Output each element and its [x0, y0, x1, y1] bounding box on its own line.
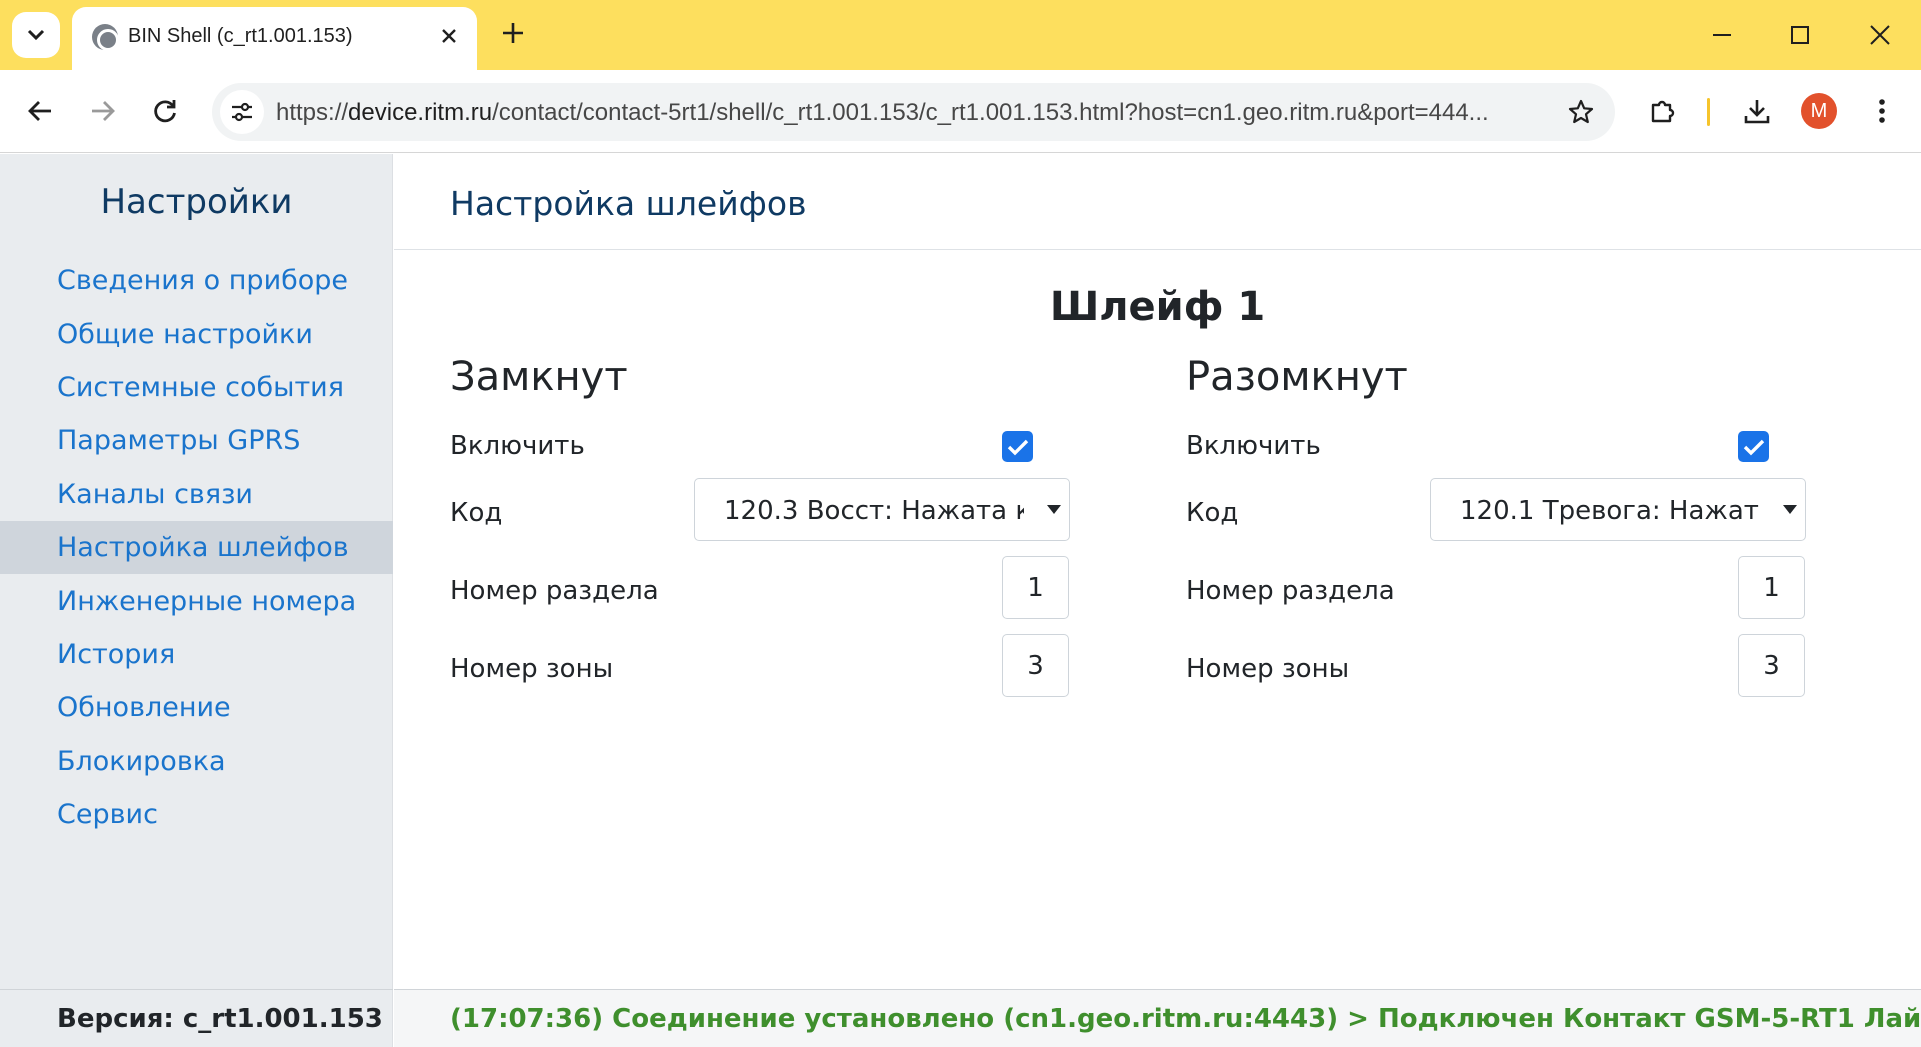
- version-label: Версия: c_rt1.001.153: [0, 989, 393, 1047]
- forward-button[interactable]: [80, 88, 126, 134]
- close-icon: [1870, 25, 1890, 45]
- chevron-down-icon: [27, 29, 45, 41]
- loop-title: Шлейф 1: [1049, 284, 1266, 330]
- sidebar-item-device-info[interactable]: Сведения о приборе: [0, 254, 393, 307]
- open-title: Разомкнут: [1186, 354, 1408, 400]
- url-host: device.ritm.ru: [348, 99, 493, 126]
- url-text[interactable]: https://device.ritm.ru/contact/contact-5…: [276, 99, 1521, 127]
- open-section-label: Номер раздела: [1186, 576, 1395, 606]
- sidebar-item-history[interactable]: История: [0, 628, 393, 681]
- sidebar-item-gprs-params[interactable]: Параметры GPRS: [0, 414, 393, 467]
- star-icon: [1568, 99, 1594, 124]
- closed-state-panel: Замкнут Включить Код 120.3 Восст: Нажата…: [394, 354, 1070, 754]
- closed-enable-label: Включить: [450, 431, 585, 461]
- open-zone-input[interactable]: 3: [1738, 634, 1805, 697]
- close-icon: [442, 29, 456, 43]
- closed-zone-input[interactable]: 3: [1002, 634, 1069, 697]
- maximize-icon: [1791, 26, 1809, 44]
- closed-section-input[interactable]: 1: [1002, 556, 1069, 619]
- globe-icon: [92, 24, 119, 51]
- downloads-button[interactable]: [1734, 88, 1780, 134]
- open-code-label: Код: [1186, 498, 1239, 528]
- sidebar-title: Настройки: [100, 182, 293, 222]
- minimize-icon: [1713, 34, 1731, 36]
- close-tab-button[interactable]: [432, 19, 466, 53]
- open-code-select[interactable]: 120.1 Тревога: Нажата кнопка: [1430, 478, 1806, 541]
- main-content: Настройка шлейфов Шлейф 1 Замкнут Включи…: [394, 154, 1921, 1047]
- dropdown-arrow-icon: [1047, 505, 1061, 514]
- site-info-button[interactable]: [220, 90, 264, 134]
- open-section-input[interactable]: 1: [1738, 556, 1805, 619]
- bookmark-button[interactable]: [1561, 92, 1601, 132]
- closed-title: Замкнут: [450, 354, 628, 400]
- settings-sidebar: Настройки Сведения о приборе Общие настр…: [0, 154, 393, 1047]
- tune-icon: [232, 102, 252, 122]
- profile-avatar[interactable]: M: [1801, 93, 1837, 129]
- puzzle-icon: [1651, 100, 1675, 123]
- more-vertical-icon: [1879, 99, 1885, 123]
- sidebar-item-update[interactable]: Обновление: [0, 681, 393, 734]
- tab-title: BIN Shell (c_rt1.001.153): [128, 25, 353, 47]
- closed-code-label: Код: [450, 498, 503, 528]
- page-title: Настройка шлейфов: [450, 184, 807, 223]
- plus-icon: [503, 23, 523, 43]
- sidebar-item-system-events[interactable]: Системные события: [0, 361, 393, 414]
- sidebar-item-channels[interactable]: Каналы связи: [0, 468, 393, 521]
- toolbar-divider: [1707, 98, 1710, 126]
- reload-icon: [154, 100, 176, 123]
- browser-menu-button[interactable]: [1859, 88, 1905, 134]
- dropdown-arrow-icon: [1783, 505, 1797, 514]
- open-code-value: 120.1 Тревога: Нажата кнопка: [1460, 496, 1760, 526]
- open-enable-checkbox[interactable]: [1738, 431, 1769, 462]
- closed-code-value: 120.3 Восст: Нажата кнопка: [724, 496, 1024, 526]
- open-state-panel: Разомкнут Включить Код 120.1 Тревога: На…: [1130, 354, 1806, 754]
- arrow-left-icon: [28, 101, 51, 121]
- browser-toolbar: https://device.ritm.ru/contact/contact-5…: [0, 70, 1921, 153]
- extensions-button[interactable]: [1640, 88, 1686, 134]
- connection-status: (17:07:36) Соединение установлено (cn1.g…: [394, 989, 1921, 1047]
- sidebar-item-lock[interactable]: Блокировка: [0, 735, 393, 788]
- checkmark-icon: [1007, 439, 1028, 455]
- tab-search-button[interactable]: [12, 12, 60, 58]
- open-zone-label: Номер зоны: [1186, 654, 1350, 684]
- download-icon: [1744, 100, 1770, 124]
- sidebar-item-engineer-numbers[interactable]: Инженерные номера: [0, 574, 393, 627]
- close-window-button[interactable]: [1855, 10, 1905, 60]
- sidebar-item-loops-settings[interactable]: Настройка шлейфов: [0, 520, 393, 575]
- browser-tab[interactable]: BIN Shell (c_rt1.001.153): [72, 7, 477, 70]
- closed-section-label: Номер раздела: [450, 576, 659, 606]
- closed-zone-label: Номер зоны: [450, 654, 614, 684]
- checkmark-icon: [1743, 439, 1764, 455]
- new-tab-button[interactable]: [494, 14, 532, 52]
- arrow-right-icon: [92, 101, 115, 121]
- browser-tab-strip: BIN Shell (c_rt1.001.153): [0, 0, 1921, 70]
- address-bar[interactable]: https://device.ritm.ru/contact/contact-5…: [212, 83, 1615, 141]
- sidebar-item-service[interactable]: Сервис: [0, 788, 393, 841]
- sidebar-item-general-settings[interactable]: Общие настройки: [0, 307, 393, 360]
- open-enable-label: Включить: [1186, 431, 1321, 461]
- url-path: /contact/contact-5rt1/shell/c_rt1.001.15…: [492, 99, 1489, 126]
- closed-code-select[interactable]: 120.3 Восст: Нажата кнопка: [694, 478, 1070, 541]
- url-scheme: https://: [276, 99, 349, 126]
- minimize-button[interactable]: [1697, 10, 1747, 60]
- closed-enable-checkbox[interactable]: [1002, 431, 1033, 462]
- maximize-button[interactable]: [1775, 10, 1825, 60]
- reload-button[interactable]: [142, 88, 188, 134]
- back-button[interactable]: [17, 88, 63, 134]
- sidebar-menu: Сведения о приборе Общие настройки Систе…: [0, 254, 393, 841]
- page-header: Настройка шлейфов: [394, 154, 1921, 250]
